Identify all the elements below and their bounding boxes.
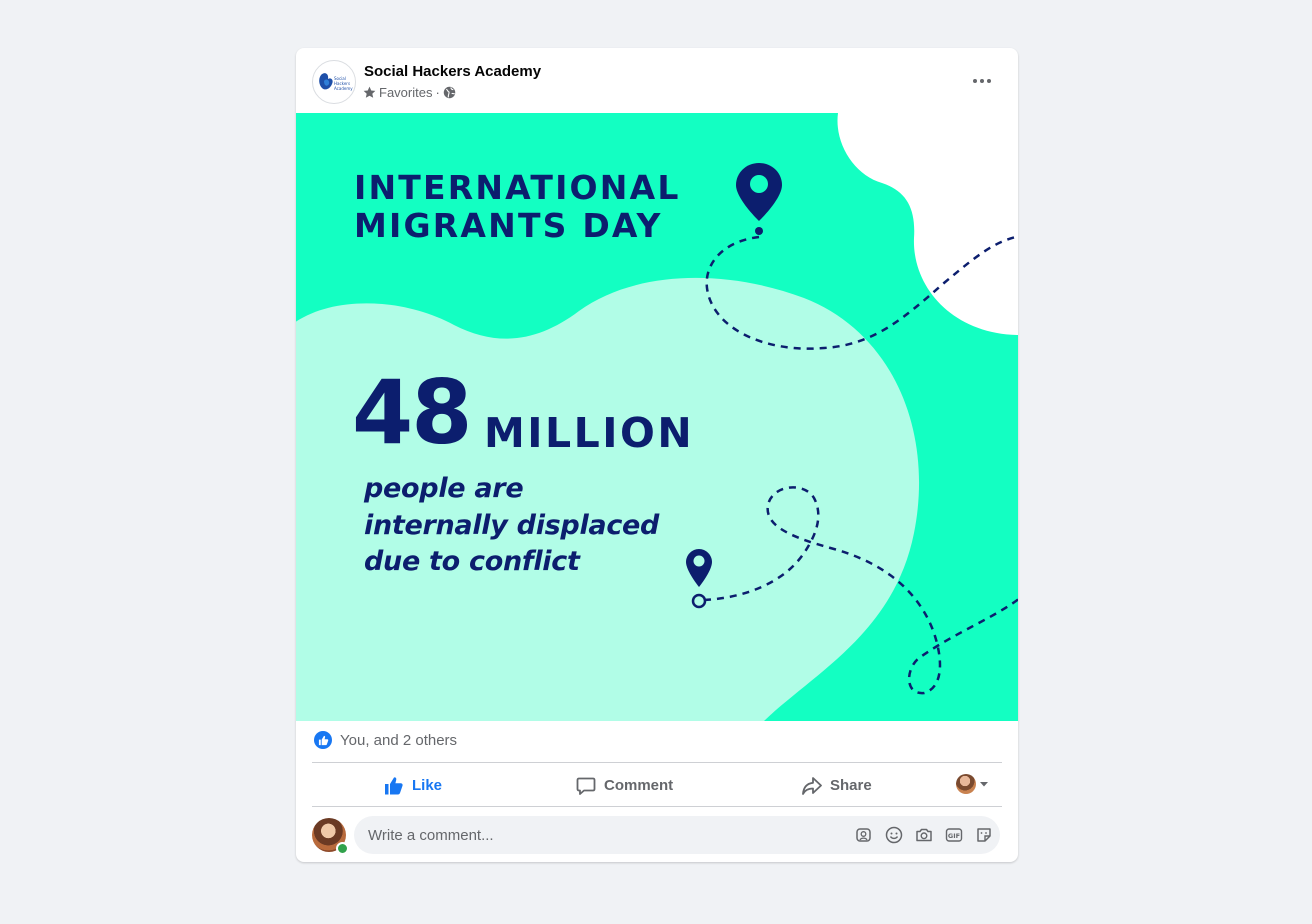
image-description: people are internally displaced due to c…: [364, 473, 660, 577]
divider-bottom: [312, 806, 1002, 807]
image-headline: INTERNATIONAL MIGRANTS DAY: [354, 169, 681, 245]
star-icon: [363, 86, 376, 98]
comment-box[interactable]: GIF: [354, 816, 1000, 854]
gif-icon[interactable]: GIF: [944, 825, 964, 845]
emoji-icon[interactable]: [884, 825, 904, 845]
reactions-text[interactable]: You, and 2 others: [340, 732, 457, 749]
reactions-summary[interactable]: You, and 2 others: [314, 730, 457, 750]
page-name[interactable]: Social Hackers Academy: [364, 63, 541, 80]
comment-icon: [576, 777, 596, 795]
share-button[interactable]: Share: [802, 764, 872, 807]
comment-input[interactable]: [366, 825, 840, 845]
like-button[interactable]: Like: [384, 764, 442, 807]
audience-avatar: [956, 774, 976, 794]
caret-down-icon: [980, 782, 988, 787]
post-image[interactable]: INTERNATIONAL MIGRANTS DAY 48 MILLION pe…: [296, 113, 1018, 721]
comment-composer: GIF: [312, 816, 1002, 855]
page-logo-icon: Social Hackers Academy: [319, 73, 353, 91]
thumbs-up-icon: [385, 776, 403, 794]
more-options-button[interactable]: [965, 64, 999, 98]
comment-tools: GIF: [854, 825, 994, 845]
post-actions: Like Comment Share: [312, 764, 1002, 807]
svg-text:Academy: Academy: [334, 86, 353, 91]
divider-top: [312, 762, 1002, 763]
unit-label: MILLION: [484, 409, 695, 457]
like-label: Like: [412, 777, 443, 794]
comment-label: Comment: [604, 777, 674, 794]
meta-separator: ·: [435, 85, 440, 100]
favorites-label[interactable]: Favorites: [379, 85, 432, 100]
reaction-audience-selector[interactable]: [956, 774, 990, 794]
headline-line-2: MIGRANTS DAY: [354, 206, 663, 245]
more-horizontal-icon: [973, 79, 977, 83]
camera-icon[interactable]: [914, 825, 934, 845]
post-card: Social Hackers Academy Social Hackers Ac…: [296, 48, 1018, 862]
comment-button[interactable]: Comment: [576, 764, 673, 807]
like-reaction-icon: [314, 731, 332, 749]
headline-line-1: INTERNATIONAL: [354, 168, 681, 207]
big-number: 48: [352, 361, 472, 464]
page-avatar[interactable]: Social Hackers Academy: [312, 60, 356, 104]
sticker-icon[interactable]: [974, 825, 994, 845]
share-label: Share: [830, 777, 872, 794]
post-header: Social Hackers Academy Social Hackers Ac…: [296, 48, 1018, 113]
avatar-sticker-icon[interactable]: [854, 825, 874, 845]
globe-icon[interactable]: [443, 86, 456, 99]
share-icon: [802, 776, 822, 795]
online-status-dot: [336, 842, 349, 855]
post-meta: Favorites ·: [363, 85, 456, 100]
svg-text:GIF: GIF: [948, 832, 960, 840]
